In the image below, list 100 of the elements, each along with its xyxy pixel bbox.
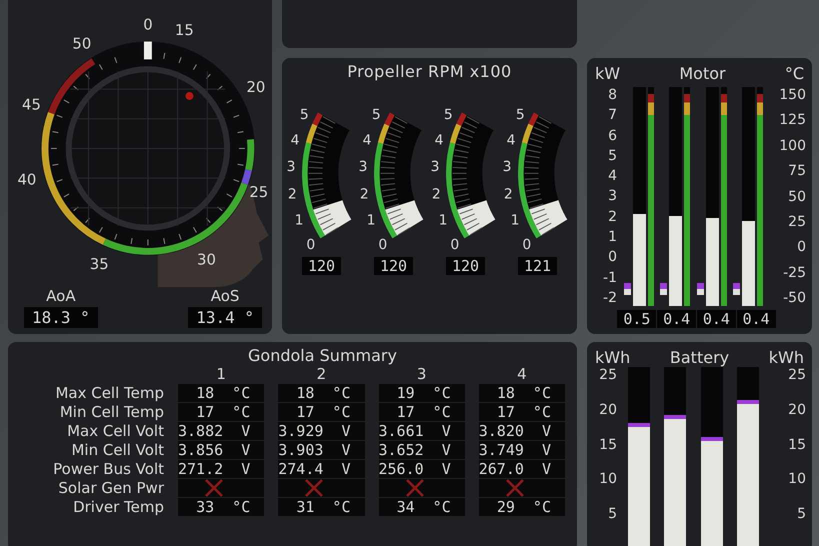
panel-title: Motor	[679, 64, 726, 83]
table-cell: 17 °C	[178, 403, 264, 421]
dial-scale-label: 40	[17, 172, 36, 189]
rpm-readout: 120	[302, 257, 342, 275]
table-cell: 267.0 V	[478, 460, 565, 478]
table-cell: 3.882 V	[178, 422, 264, 440]
row-label: Driver Temp	[72, 498, 164, 516]
column-header: 1	[215, 365, 227, 383]
axis-tick-label: 125	[779, 112, 806, 128]
table-cell: 274.4 V	[278, 460, 364, 478]
column-header: 2	[316, 365, 328, 383]
table-cell: 17 °C	[478, 403, 565, 421]
table-cell: 29 °C	[478, 498, 565, 516]
table-cell: 34 °C	[378, 498, 465, 516]
axis-tick-label: -50	[783, 290, 806, 306]
table-cell: 3.903 V	[278, 441, 364, 459]
axis-tick-label: 25	[599, 367, 617, 383]
gauge-scale-label: 1	[438, 212, 448, 229]
dial-scale-label: 35	[90, 256, 109, 274]
rpm-readout: 120	[374, 257, 414, 275]
rpm-readout: 120	[446, 257, 486, 275]
row-label: Power Bus Volt	[52, 460, 164, 478]
gauge-scale-label: 2	[359, 186, 368, 202]
gauge-scale-label: 5	[515, 106, 524, 123]
readout-label: AoS	[210, 287, 240, 305]
axis-tick-label: 5	[608, 148, 617, 164]
table-cell: 17 °C	[278, 403, 364, 421]
readout-value: 18.3 °	[24, 307, 98, 328]
gauge-scale-label: 5	[299, 106, 308, 123]
table-cell: 33 °C	[178, 498, 264, 516]
table-cell: 256.0 V	[378, 460, 465, 478]
axis-tick-label: 100	[779, 138, 806, 154]
dial-scale-label: 30	[197, 251, 216, 268]
axis-tick-label: -1	[603, 270, 617, 286]
axis-tick-label: 8	[608, 87, 617, 103]
gauge-scale-label: 3	[502, 159, 511, 176]
gauge-scale-label: 5	[443, 106, 452, 123]
dial-scale-label: 0	[143, 16, 153, 34]
axis-tick-label: 1	[608, 229, 617, 246]
power-readout: 0.4	[696, 310, 736, 328]
table-cell: 3.856 V	[178, 441, 264, 459]
table-cell: 3.820 V	[478, 422, 565, 440]
axis-tick-label: 25	[788, 214, 806, 230]
table-cell: 18 °C	[278, 384, 364, 402]
gauge-scale-label: 0	[306, 236, 315, 253]
gauge-scale-label: 5	[371, 106, 380, 123]
dial-scale-label: 45	[22, 96, 41, 114]
axis-tick-label: 5	[797, 506, 806, 522]
gauge-scale-label: 3	[358, 159, 367, 176]
panel-title: Gondola Summary	[247, 346, 398, 365]
gauge-scale-label: 0	[378, 236, 387, 253]
axis-tick-label: 5	[608, 506, 617, 522]
rpm-readout: 121	[518, 257, 558, 275]
readout-label: AoA	[46, 287, 76, 305]
dial-scale-label: 15	[174, 22, 194, 40]
column-header: 4	[516, 365, 528, 383]
gauge-scale-label: 2	[503, 186, 512, 202]
axis-tick-label: 4	[608, 168, 617, 184]
axis-tick-label: 15	[788, 436, 806, 452]
axis-tick-label: 50	[788, 188, 806, 204]
gauge-scale-label: 1	[510, 212, 520, 229]
table-cell: 19 °C	[378, 384, 465, 402]
axis-tick-label: -25	[783, 264, 806, 281]
gauge-scale-label: 0	[522, 236, 531, 253]
table-cell: 3.749 V	[478, 441, 565, 459]
axis-tick-label: 20	[599, 402, 617, 418]
dial-scale-label: 20	[246, 79, 266, 96]
axis-tick-label: 150	[779, 87, 806, 103]
row-label: Solar Gen Pwr	[57, 479, 164, 497]
gauge-scale-label: 4	[290, 132, 299, 148]
column-header: 3	[416, 365, 428, 383]
readout-value: 13.4 °	[188, 307, 262, 328]
gauge-scale-label: 3	[286, 159, 295, 176]
axis-tick-label: 25	[788, 367, 806, 383]
table-cell: 3.652 V	[378, 441, 465, 459]
row-label: Max Cell Temp	[54, 384, 164, 402]
axis-tick-label: 75	[788, 163, 806, 180]
row-label: Min Cell Volt	[70, 441, 164, 459]
table-cell: 31 °C	[278, 498, 364, 516]
power-readout: 0.4	[657, 310, 696, 328]
table-cell: 3.929 V	[278, 422, 364, 440]
gauge-scale-label: 4	[506, 132, 515, 148]
unit-label: kW	[595, 64, 620, 83]
row-label: Min Cell Temp	[58, 403, 164, 421]
table-cell: 18 °C	[478, 384, 565, 402]
axis-tick-label: 7	[608, 107, 617, 124]
axis-tick-label: 2	[608, 208, 617, 225]
power-readout: 0.5	[617, 310, 656, 328]
axis-tick-label: 3	[608, 188, 617, 204]
axis-tick-label: 0	[797, 239, 806, 256]
dial-scale-label: 25	[249, 184, 268, 202]
row-label: Max Cell Volt	[66, 422, 164, 440]
table-cell: 271.2 V	[178, 460, 264, 478]
unit-label: kWh	[768, 348, 804, 367]
gauge-scale-label: 2	[431, 186, 440, 202]
gauge-scale-label: 4	[434, 132, 443, 148]
gauge-scale-label: 3	[430, 159, 439, 176]
axis-tick-label: 10	[599, 471, 617, 488]
axis-tick-label: 0	[608, 249, 617, 266]
axis-tick-label: 6	[608, 128, 617, 144]
